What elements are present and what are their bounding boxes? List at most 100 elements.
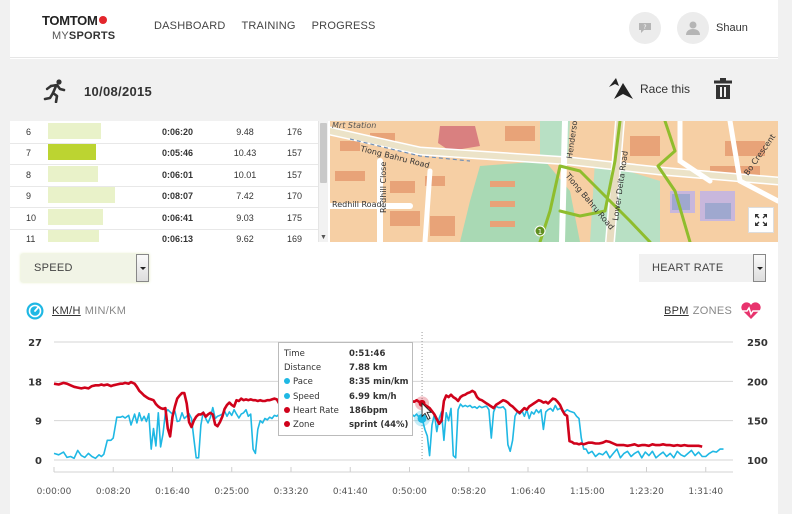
page: TOMTOM MYSPORTS DASHBOARD TRAINING PROGR… <box>10 0 778 514</box>
tooltip-value: 6.99 km/h <box>349 391 397 402</box>
x-axis-tick-label: 0:58:20 <box>451 487 486 497</box>
page-gutter <box>778 0 792 514</box>
lap-time: 0:06:13 <box>162 234 194 242</box>
series-dot-icon <box>284 406 290 413</box>
logo-sub-light: MY <box>52 30 69 42</box>
race-this-button[interactable]: Race this <box>640 82 690 96</box>
right-metric-value: HEART RATE <box>652 262 724 274</box>
series-dot-icon <box>284 421 290 427</box>
tooltip-key: Distance <box>284 363 321 373</box>
tooltip-key: Speed <box>284 392 320 402</box>
heart-rate-icon <box>740 302 763 319</box>
logo-brand: TOMTOM <box>42 13 98 28</box>
lap-row[interactable]: 6 0:06:20 9.48 176 <box>10 122 318 144</box>
lap-time: 0:06:01 <box>162 169 194 180</box>
tooltip-key: Heart Rate <box>284 406 339 416</box>
nav-dashboard[interactable]: DASHBOARD <box>154 20 225 32</box>
right-axis-tick-label: 150 <box>747 417 768 428</box>
right-axis-tick-label: 250 <box>747 338 768 349</box>
x-axis-tick-label: 0:25:00 <box>214 487 249 497</box>
lap-row[interactable]: 9 0:08:07 7.42 170 <box>10 186 318 209</box>
lap-row[interactable]: 10 0:06:41 9.03 175 <box>10 208 318 230</box>
lap-heart-rate: 176 <box>287 127 303 137</box>
user-avatar[interactable] <box>677 12 709 44</box>
lap-number: 7 <box>26 148 32 159</box>
lap-heart-rate: 170 <box>287 191 303 202</box>
lap-number: 10 <box>26 212 37 223</box>
logo-dot-icon <box>98 16 107 24</box>
tooltip-row: Time 0:51:46 <box>284 349 412 363</box>
x-axis-tick-label: 1:23:20 <box>629 487 664 497</box>
lap-time: 0:05:46 <box>162 148 194 159</box>
lap-heart-rate: 175 <box>287 212 303 223</box>
x-axis-tick-label: 0:41:40 <box>333 487 368 497</box>
tooltip-row: Heart Rate 186bpm <box>284 406 412 420</box>
chart-tooltip: Time 0:51:46 Distance 7.88 km Pace 8:35 min/k… <box>278 342 413 436</box>
lap-bar <box>48 230 99 242</box>
unit-zones[interactable]: ZONES <box>693 305 732 317</box>
expand-icon <box>755 214 767 226</box>
tooltip-key-label: Distance <box>284 363 322 374</box>
tooltip-value: 0:51:46 <box>349 349 386 359</box>
help-button[interactable]: ? <box>629 12 661 44</box>
left-metric-value: SPEED <box>34 262 73 274</box>
lap-speed: 10.01 <box>233 169 257 180</box>
tooltip-value: 186bpm <box>349 405 388 416</box>
tooltip-key-label: Zone <box>293 420 315 430</box>
logo-sub-bold: SPORTS <box>68 30 116 42</box>
left-select-dropdown-icon[interactable] <box>136 254 149 282</box>
right-select-dropdown-icon[interactable] <box>753 254 766 282</box>
map-start-marker[interactable]: 1 <box>538 228 542 236</box>
lap-time: 0:08:07 <box>162 191 194 202</box>
nav-progress[interactable]: PROGRESS <box>312 20 376 32</box>
lap-number: 8 <box>26 169 32 180</box>
lap-speed: 10.43 <box>233 148 257 159</box>
lap-bar <box>48 208 103 225</box>
laps-scrollbar-thumb[interactable] <box>320 123 327 183</box>
user-name[interactable]: Shaun <box>716 22 748 34</box>
right-axis-tick-label: 100 <box>747 456 768 467</box>
lap-row[interactable]: 8 0:06:01 10.01 157 <box>10 165 318 187</box>
lap-bar-best <box>48 144 96 161</box>
right-metric-select[interactable]: HEART RATE <box>639 254 766 282</box>
unit-min-km[interactable]: MIN/KM <box>85 305 127 317</box>
tooltip-key-label: Time <box>284 349 305 359</box>
tooltip-row: Speed 6.99 km/h <box>284 392 412 406</box>
unit-kmh[interactable]: KM/H <box>52 305 81 317</box>
left-axis-tick-label: 18 <box>28 377 42 388</box>
svg-text:?: ? <box>643 24 646 31</box>
x-axis-tick-label: 0:08:20 <box>96 487 131 497</box>
tooltip-row: Distance 7.88 km <box>284 363 412 377</box>
hr-unit-toggle: BPM ZONES <box>664 302 763 320</box>
route-map[interactable]: 1 Mrt Station Tiong Bahru Road Redhill R… <box>330 121 778 242</box>
series-dot-icon <box>284 392 290 399</box>
tooltip-key: Pace <box>284 377 313 387</box>
tooltip-key-label: Speed <box>293 391 320 402</box>
lap-number: 9 <box>26 191 32 202</box>
x-axis-tick-label: 0:50:00 <box>392 487 427 497</box>
x-axis-tick-label: 0:00:00 <box>37 487 72 497</box>
lap-number: 11 <box>26 234 36 242</box>
lap-row[interactable]: 11 0:06:13 9.62 169 <box>10 229 318 242</box>
top-header: TOMTOM MYSPORTS DASHBOARD TRAINING PROGR… <box>10 0 778 58</box>
lap-heart-rate: 157 <box>287 169 303 180</box>
lap-speed: 9.03 <box>236 212 254 223</box>
right-axis-tick-label: 200 <box>747 377 768 388</box>
laps-scrollbar[interactable]: ▼ <box>318 121 328 242</box>
scroll-down-arrow-icon[interactable]: ▼ <box>320 234 327 241</box>
unit-bpm[interactable]: BPM <box>664 305 689 317</box>
lap-bar <box>48 187 115 204</box>
trash-icon[interactable] <box>713 78 733 100</box>
x-axis-tick-label: 0:16:40 <box>155 487 190 497</box>
lap-time: 0:06:20 <box>162 127 194 137</box>
nav-training[interactable]: TRAINING <box>241 20 295 32</box>
lap-row[interactable]: 7 0:05:46 10.43 157 <box>10 143 318 166</box>
map-canvas[interactable]: 1 Mrt Station Tiong Bahru Road Redhill R… <box>330 121 778 242</box>
speed-unit-toggle: KM/H MIN/KM <box>26 302 126 320</box>
speedometer-icon <box>26 302 44 320</box>
race-flags-icon[interactable] <box>608 77 636 101</box>
left-metric-select[interactable]: SPEED <box>21 254 149 282</box>
tomtom-mysports-logo[interactable]: TOMTOM MYSPORTS <box>42 12 122 42</box>
lap-heart-rate: 169 <box>287 234 303 242</box>
map-expand-button[interactable] <box>748 207 774 233</box>
